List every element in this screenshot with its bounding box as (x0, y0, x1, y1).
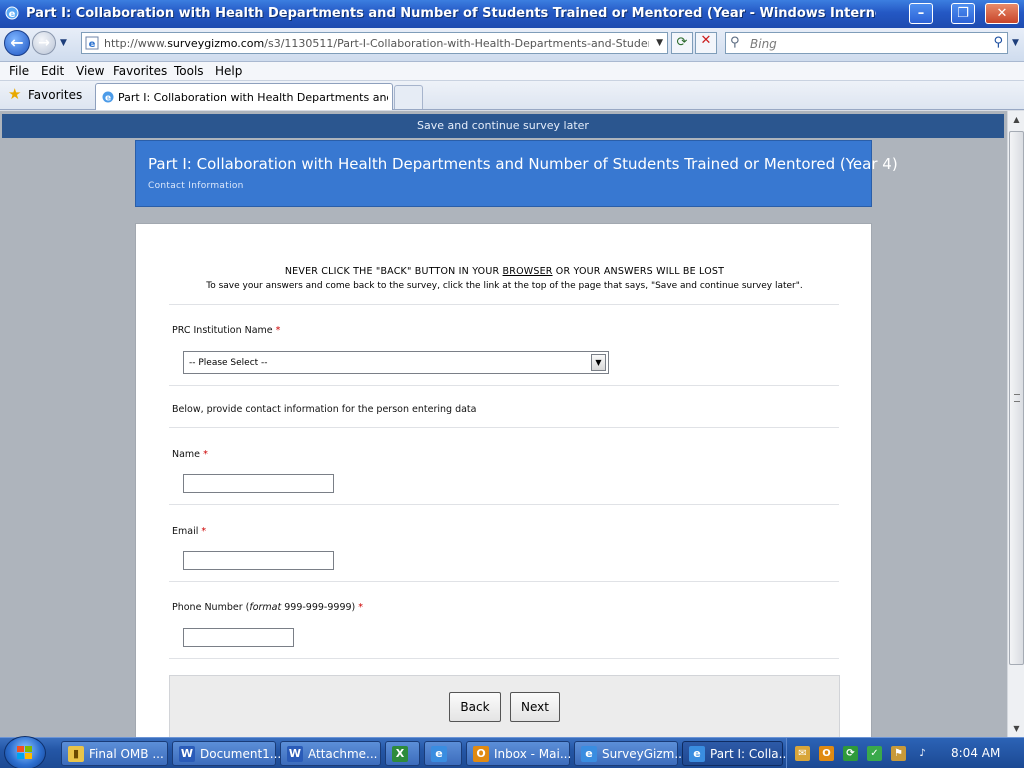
back-button-warning: NEVER CLICK THE "BACK" BUTTON IN YOUR BR… (284, 266, 725, 277)
scroll-down-icon[interactable]: ▼ (1009, 720, 1024, 737)
search-icon: ⚲ (730, 35, 740, 50)
institution-select-value: -- Please Select -- (189, 358, 268, 368)
internet-explorer-icon: e (5, 6, 19, 20)
svg-text:e: e (105, 94, 111, 104)
scroll-up-icon[interactable]: ▲ (1009, 111, 1024, 128)
scrollbar-thumb[interactable] (1009, 131, 1024, 665)
search-options-dropdown-icon[interactable]: ▼ (1012, 38, 1019, 48)
recent-pages-dropdown-icon[interactable]: ▼ (60, 38, 67, 48)
phone-field[interactable] (183, 628, 294, 647)
word-icon: W (179, 746, 195, 762)
folder-icon: ▮ (68, 746, 84, 762)
svg-text:e: e (9, 9, 16, 20)
taskbar: ▮ Final OMB ... W Document1... W Attachm… (0, 736, 1024, 768)
vertical-scrollbar[interactable]: ▲ ▼ (1007, 111, 1024, 737)
menu-bar: File Edit View Favorites Tools Help (0, 62, 1024, 81)
divider (169, 385, 839, 386)
sync-icon[interactable]: ⟳ (843, 746, 858, 761)
navigation-button-panel: Back Next (169, 675, 840, 737)
taskbar-item-surveygizmo[interactable]: e SurveyGizm... (574, 741, 686, 766)
email-field[interactable] (183, 551, 334, 570)
menu-favorites[interactable]: Favorites (113, 64, 167, 78)
divider (169, 427, 839, 428)
network-icon[interactable]: ⚑ (891, 746, 906, 761)
back-arrow-button[interactable]: ← (4, 30, 30, 56)
divider (169, 504, 839, 505)
taskbar-item-attachment[interactable]: W Attachme... (280, 741, 381, 766)
new-tab-button[interactable] (394, 85, 423, 109)
favorites-bar: ★ Favorites e Part I: Collaboration with… (0, 81, 1024, 110)
institution-label: PRC Institution Name * (172, 325, 281, 336)
address-bar[interactable]: e http://www.surveygizmo.com/s3/1130511/… (81, 32, 668, 54)
menu-tools[interactable]: Tools (174, 64, 204, 78)
checkmark-icon[interactable]: ✓ (867, 746, 882, 761)
excel-icon: X (392, 746, 408, 762)
window-title-bar[interactable]: e Part I: Collaboration with Health Depa… (0, 0, 1024, 28)
next-button[interactable]: Next (510, 692, 560, 722)
taskbar-item-part-i[interactable]: e Part I: Colla... (682, 741, 790, 766)
navigation-bar: ← → ▼ e http://www.surveygizmo.com/s3/11… (0, 28, 1024, 62)
internet-explorer-icon: e (431, 746, 447, 762)
tab-label: Part I: Collaboration with Health Depart… (118, 91, 388, 104)
start-button[interactable] (4, 736, 46, 768)
taskbar-item-inbox[interactable]: O Inbox - Mai... (466, 741, 571, 766)
divider (169, 304, 839, 305)
address-dropdown-icon[interactable]: ▼ (656, 38, 663, 48)
minimize-button[interactable]: – (909, 3, 933, 24)
contact-info-instructions: Below, provide contact information for t… (172, 404, 477, 415)
divider (169, 658, 839, 659)
system-tray: ✉ O ⟳ ✓ ⚑ ♪ 8:04 AM (786, 738, 1024, 768)
search-placeholder: Bing (750, 37, 777, 51)
svg-text:e: e (89, 39, 96, 50)
url-text[interactable]: http://www.surveygizmo.com/s3/1130511/Pa… (104, 37, 649, 50)
grip-icon (1014, 394, 1020, 402)
web-page: Save and continue survey later Part I: C… (0, 111, 1007, 737)
close-button[interactable]: ✕ (985, 3, 1019, 24)
taskbar-item-excel[interactable]: X (385, 741, 420, 766)
outlook-icon[interactable]: O (819, 746, 834, 761)
outlook-icon: O (473, 746, 489, 762)
window-title: Part I: Collaboration with Health Depart… (26, 6, 876, 21)
taskbar-item-document1[interactable]: W Document1... (172, 741, 281, 766)
internet-explorer-icon: e (102, 91, 114, 104)
name-field[interactable] (183, 474, 334, 493)
survey-form: NEVER CLICK THE "BACK" BUTTON IN YOUR BR… (135, 223, 872, 737)
windows-logo-icon (17, 746, 32, 759)
search-box[interactable]: ⚲ Bing ⚲ (725, 32, 1008, 54)
taskbar-item-final-omb[interactable]: ▮ Final OMB ... (61, 741, 168, 766)
back-button[interactable]: Back (449, 692, 501, 722)
phone-label: Phone Number (format 999-999-9999) * (172, 602, 364, 613)
maximize-button[interactable]: ❐ (951, 3, 975, 24)
menu-file[interactable]: File (9, 64, 29, 78)
search-go-icon[interactable]: ⚲ (993, 35, 1003, 50)
internet-explorer-icon: e (689, 746, 705, 762)
chevron-down-icon[interactable]: ▼ (591, 354, 606, 371)
star-icon: ★ (8, 85, 22, 103)
email-label: Email * (172, 526, 207, 537)
forward-arrow-button[interactable]: → (32, 31, 56, 55)
tab-active[interactable]: e Part I: Collaboration with Health Depa… (95, 83, 393, 110)
clock[interactable]: 8:04 AM (951, 746, 1000, 760)
survey-header: Part I: Collaboration with Health Depart… (135, 140, 898, 207)
refresh-icon[interactable]: ⟳ (671, 32, 693, 54)
menu-help[interactable]: Help (215, 64, 242, 78)
divider (169, 581, 839, 582)
menu-edit[interactable]: Edit (41, 64, 64, 78)
menu-view[interactable]: View (76, 64, 104, 78)
internet-explorer-icon: e (581, 746, 597, 762)
name-label: Name * (172, 449, 208, 460)
favorites-button[interactable]: ★ Favorites (6, 85, 86, 105)
save-instructions: To save your answers and come back to th… (206, 281, 803, 291)
volume-icon[interactable]: ♪ (915, 746, 930, 761)
page-icon: e (85, 36, 99, 50)
survey-section-title: Contact Information (148, 181, 244, 191)
taskbar-item-internet-explorer[interactable]: e (424, 741, 462, 766)
survey-title: Part I: Collaboration with Health Depart… (148, 155, 898, 173)
save-continue-later-link[interactable]: Save and continue survey later (2, 114, 1004, 138)
word-icon: W (287, 746, 303, 762)
mail-icon[interactable]: ✉ (795, 746, 810, 761)
institution-select[interactable]: -- Please Select -- ▼ (183, 351, 609, 374)
stop-icon[interactable]: ✕ (695, 32, 717, 54)
